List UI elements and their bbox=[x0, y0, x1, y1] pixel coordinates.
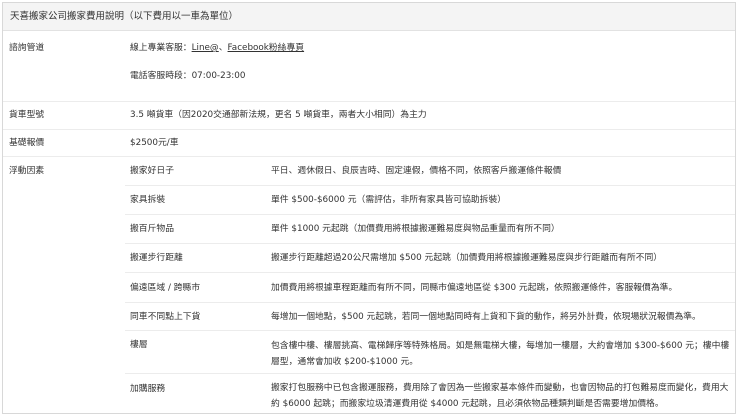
factor-desc: 每增加一個地點，$500 元起跳，若同一個地點同時有上貨和下貨的動作，將另外計費… bbox=[271, 312, 701, 322]
truck-value: 3.5 噸貨車（因2020交通部新法規，更名 5 噸貨車，兩者大小相同）為主力 bbox=[130, 110, 427, 120]
sub-row-divider bbox=[125, 214, 735, 215]
factor-desc: 搬運步行距離超過20公尺需增加 $500 元起跳（加價費用將根據搬運難易度與步行… bbox=[271, 253, 663, 263]
pricing-table: 天喜搬家公司搬家費用說明（以下費用以一車為單位） 諮詢管道 線上專業客服：Lin… bbox=[2, 2, 736, 414]
factor-name: 家具拆裝 bbox=[130, 195, 166, 205]
row-divider bbox=[3, 156, 735, 157]
factor-desc: 單件 $1000 元起跳（加價費用將根據搬運難易度與物品重量而有所不同） bbox=[271, 224, 560, 234]
sub-row-divider bbox=[125, 302, 735, 303]
table-caption: 天喜搬家公司搬家費用說明（以下費用以一車為單位） bbox=[3, 3, 735, 31]
factor-name: 搬百斤物品 bbox=[130, 224, 174, 234]
sub-row-divider bbox=[125, 373, 735, 374]
row-divider bbox=[3, 101, 735, 102]
base-price-value: $2500元/車 bbox=[130, 138, 179, 148]
factor-desc: 包含樓中樓、樓層挑高、電梯歸序等特殊格局。如是無電梯大樓，每增加一樓層，大約會增… bbox=[271, 341, 730, 367]
factor-name: 搬運步行距離 bbox=[130, 253, 183, 263]
sub-row-divider bbox=[125, 272, 735, 273]
row-divider bbox=[3, 129, 735, 130]
factor-desc: 加價費用將根據車程距離而有所不同，同縣市偏遠地區從 $300 元起跳，依照搬運條… bbox=[271, 283, 678, 293]
consult-prefix: 線上專業客服： bbox=[130, 43, 192, 53]
sub-row-divider bbox=[125, 330, 735, 331]
factor-desc: 單件 $500-$6000 元（需評估，非所有家具皆可協助拆裝） bbox=[271, 195, 507, 205]
line-link[interactable]: Line@ bbox=[192, 43, 219, 53]
facebook-link[interactable]: Facebook粉絲專頁 bbox=[228, 43, 305, 53]
sub-row-divider bbox=[125, 243, 735, 244]
consult-online: 線上專業客服：Line@、Facebook粉絲專頁 bbox=[130, 42, 304, 54]
row-label-floating: 浮動因素 bbox=[9, 166, 45, 176]
factor-name: 偏遠區域 / 跨縣市 bbox=[130, 283, 201, 293]
consult-phone-hours: 電話客服時段：07:00-23:00 bbox=[130, 71, 246, 81]
row-label-base-price: 基礎報價 bbox=[9, 138, 45, 148]
factor-desc: 平日、週休假日、良辰吉時、固定連假，價格不同，依照客戶搬運條件報價 bbox=[271, 166, 562, 176]
factor-name: 同車不同點上下貨 bbox=[130, 312, 201, 322]
factor-name: 加購服務 bbox=[130, 384, 166, 394]
factor-desc: 搬家打包服務中已包含搬運服務，費用除了會因為一些搬家基本條件而變動，也會因物品的… bbox=[271, 383, 729, 409]
factor-name: 樓層 bbox=[130, 340, 148, 350]
factor-name: 搬家好日子 bbox=[130, 166, 174, 176]
row-label-truck: 貨車型號 bbox=[9, 110, 45, 120]
consult-comma: 、 bbox=[218, 43, 228, 53]
sub-row-divider bbox=[125, 185, 735, 186]
row-label-consult: 諮詢管道 bbox=[9, 43, 45, 53]
